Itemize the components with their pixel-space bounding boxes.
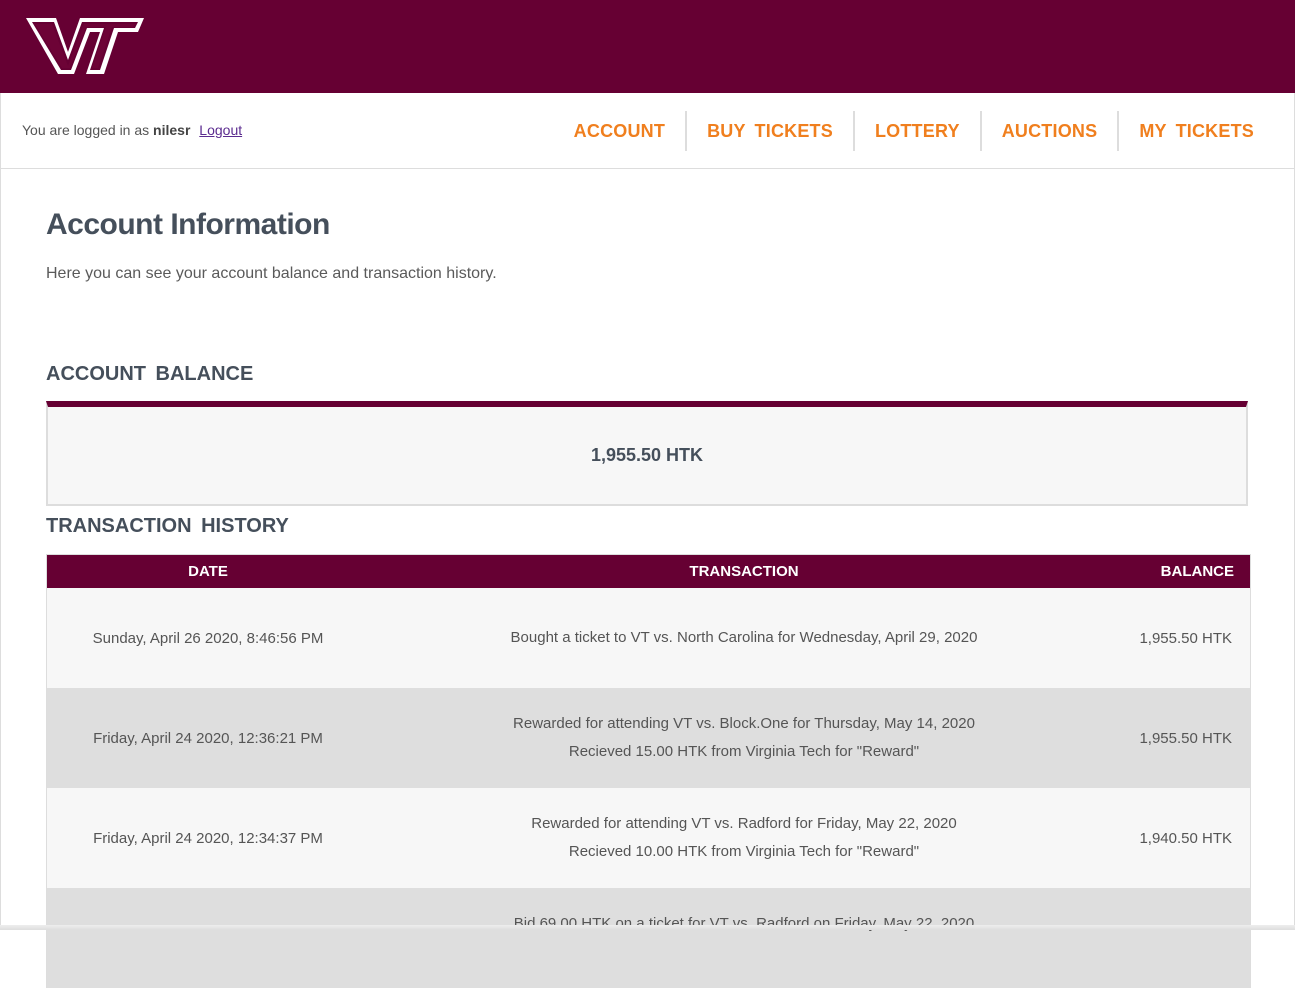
account-balance-panel: 1,955.50 HTK	[46, 401, 1248, 506]
main-nav: ACCOUNT BUY TICKETS LOTTERY AUCTIONS MY …	[554, 110, 1274, 152]
transaction-line: Recieved 10.00 HTK from Virginia Tech fo…	[568, 843, 920, 860]
nav-my-tickets[interactable]: MY TICKETS	[1119, 111, 1274, 151]
nav-auctions[interactable]: AUCTIONS	[982, 111, 1118, 151]
table-header: DATE TRANSACTION BALANCE	[47, 555, 1250, 588]
transaction-table: DATE TRANSACTION BALANCE Sunday, April 2…	[46, 554, 1251, 988]
account-balance-heading: ACCOUNT BALANCE	[46, 363, 254, 385]
table-row: Friday, April 24 2020, 12:34:37 PM Rewar…	[47, 788, 1250, 888]
account-balance-value: 1,955.50 HTK	[590, 445, 704, 465]
row-transaction: Bought a ticket to VT vs. North Carolina…	[369, 588, 1119, 688]
login-status: You are logged in as nilesr Logout	[22, 122, 242, 138]
username: nilesr	[153, 122, 191, 138]
site-header	[0, 0, 1295, 93]
vt-logo-icon[interactable]	[24, 16, 146, 78]
nav-buy-tickets[interactable]: BUY TICKETS	[687, 111, 853, 151]
row-date	[47, 888, 369, 988]
row-date: Friday, April 24 2020, 12:34:37 PM	[93, 829, 323, 847]
transaction-line: Bought a ticket to VT vs. North Carolina…	[510, 629, 978, 646]
nav-account[interactable]: ACCOUNT	[554, 111, 685, 151]
table-row: Sunday, April 26 2020, 8:46:56 PM Bought…	[47, 588, 1250, 688]
row-balance: 1,940.50 HTK	[1139, 829, 1232, 847]
transaction-line: Bid 69.00 HTK on a ticket for VT vs. Rad…	[513, 915, 975, 932]
row-balance: 1,955.50 HTK	[1139, 729, 1232, 747]
page-title: Account Information	[46, 208, 330, 241]
row-transaction: Rewarded for attending VT vs. Block.One …	[369, 688, 1119, 788]
transaction-history-heading: TRANSACTION HISTORY	[46, 515, 289, 537]
transaction-line: Rewarded for attending VT vs. Radford fo…	[531, 815, 957, 832]
main-content: Account Information Here you can see you…	[0, 168, 1295, 988]
table-row: Friday, April 24 2020, 12:36:21 PM Rewar…	[47, 688, 1250, 788]
nav-lottery[interactable]: LOTTERY	[855, 111, 980, 151]
transaction-line: Recieved 15.00 HTK from Virginia Tech fo…	[568, 743, 920, 760]
table-row: Bid 69.00 HTK on a ticket for VT vs. Rad…	[47, 888, 1250, 988]
column-header-balance: BALANCE	[1160, 563, 1234, 580]
nav-bar: You are logged in as nilesr Logout ACCOU…	[0, 93, 1295, 169]
row-date: Sunday, April 26 2020, 8:46:56 PM	[92, 629, 324, 647]
page-description: Here you can see your account balance an…	[46, 265, 497, 282]
row-balance: 1,955.50 HTK	[1139, 629, 1232, 647]
column-header-date: DATE	[188, 563, 228, 580]
page-bottom-edge	[0, 925, 1295, 930]
logout-link[interactable]: Logout	[199, 122, 242, 138]
row-transaction: Rewarded for attending VT vs. Radford fo…	[369, 788, 1119, 888]
column-header-transaction: TRANSACTION	[689, 563, 799, 580]
transaction-line: Rewarded for attending VT vs. Block.One …	[513, 715, 975, 732]
login-prefix: You are logged in as	[22, 122, 150, 138]
row-date: Friday, April 24 2020, 12:36:21 PM	[93, 729, 323, 747]
row-transaction: Bid 69.00 HTK on a ticket for VT vs. Rad…	[369, 888, 1119, 988]
